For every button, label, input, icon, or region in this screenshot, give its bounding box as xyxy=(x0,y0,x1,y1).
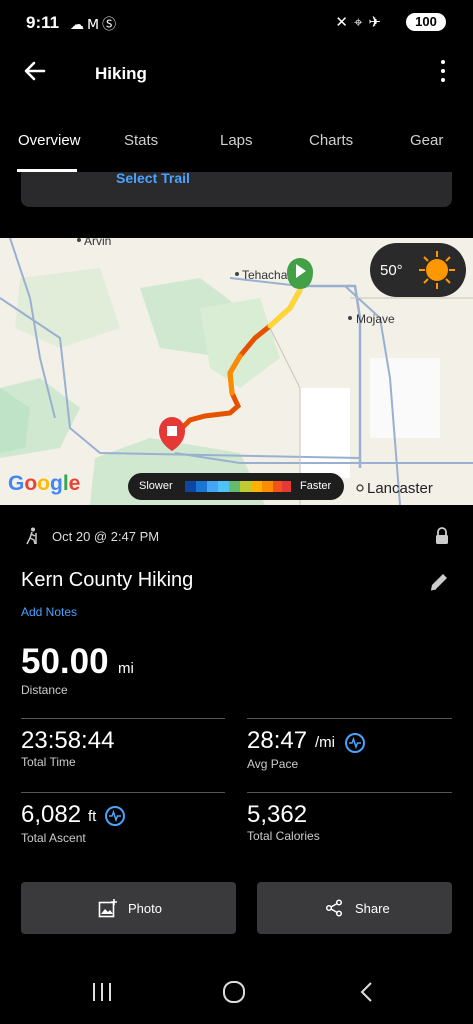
avg-pace-unit: /mi xyxy=(315,734,335,751)
tab-bar: Overview Stats Laps Charts Gear xyxy=(0,118,473,172)
more-options-icon[interactable] xyxy=(438,60,448,87)
total-ascent-unit: ft xyxy=(88,808,97,825)
distance-label: Distance xyxy=(21,683,68,697)
map-label-lancaster: Lancaster xyxy=(367,480,433,497)
map-label-mojave: Mojave xyxy=(356,312,395,326)
hiking-icon xyxy=(24,527,40,550)
share-button[interactable]: Share xyxy=(257,882,452,934)
distance-unit: mi xyxy=(118,660,134,677)
home-icon[interactable] xyxy=(222,980,246,1009)
avg-pace-label: Avg Pace xyxy=(247,757,299,771)
map-label-tehachapi: Tehacha xyxy=(242,268,288,282)
pace-chart-icon[interactable] xyxy=(345,733,365,753)
ascent-chart-icon[interactable] xyxy=(105,806,125,826)
total-time-value: 23:58:44 xyxy=(21,727,115,754)
sun-icon xyxy=(416,250,458,295)
tab-overview[interactable]: Overview xyxy=(18,132,81,149)
app-bar: Hiking xyxy=(0,46,473,102)
photo-button-label: Photo xyxy=(128,901,162,916)
recent-apps-icon[interactable] xyxy=(91,981,113,1008)
add-notes-link[interactable]: Add Notes xyxy=(21,605,77,619)
divider xyxy=(247,718,452,719)
notification-icons: ☁ⅯⓈ xyxy=(70,16,120,32)
system-status-icons: ✕⌖✈ xyxy=(335,14,387,31)
trail-card: Select Trail xyxy=(21,170,452,207)
battery-indicator: 100 xyxy=(406,13,446,31)
total-calories-label: Total Calories xyxy=(247,829,320,843)
status-bar: 9:11 ☁ⅯⓈ ✕⌖✈ 100 xyxy=(0,0,473,46)
divider xyxy=(247,792,452,793)
back-nav-icon[interactable] xyxy=(357,981,375,1008)
tab-stats[interactable]: Stats xyxy=(124,132,158,149)
activity-meta: Oct 20 @ 2:47 PM xyxy=(0,527,473,547)
tab-laps[interactable]: Laps xyxy=(220,132,253,149)
distance-value: 50.00 xyxy=(21,642,109,681)
speed-gradient xyxy=(185,481,291,492)
photo-button[interactable]: Photo xyxy=(21,882,236,934)
status-time: 9:11 xyxy=(26,13,60,32)
system-navigation-bar xyxy=(0,962,473,1024)
avg-pace-value: 28:47 xyxy=(247,727,308,754)
activity-date: Oct 20 @ 2:47 PM xyxy=(52,529,160,544)
speed-legend: Slower Faster xyxy=(128,473,344,500)
page-title: Hiking xyxy=(95,64,147,83)
map-label-arvin: Arvin xyxy=(84,238,112,248)
lock-icon[interactable] xyxy=(434,527,450,550)
total-time-label: Total Time xyxy=(21,755,76,769)
legend-faster-label: Faster xyxy=(300,480,332,492)
add-photo-icon xyxy=(98,898,118,923)
tab-charts[interactable]: Charts xyxy=(309,132,353,149)
share-icon xyxy=(325,899,343,922)
weather-badge: 50° xyxy=(370,243,466,297)
total-ascent-label: Total Ascent xyxy=(21,831,86,845)
edit-pencil-icon[interactable] xyxy=(428,571,450,598)
back-arrow-icon[interactable] xyxy=(22,58,48,89)
legend-slower-label: Slower xyxy=(139,480,173,492)
weather-temperature: 50° xyxy=(380,262,403,279)
total-ascent-value: 6,082 xyxy=(21,801,82,828)
share-button-label: Share xyxy=(355,901,390,916)
total-calories-value: 5,362 xyxy=(247,801,308,828)
tab-gear[interactable]: Gear xyxy=(410,132,443,149)
google-logo: Google xyxy=(8,472,81,495)
select-trail-link[interactable]: Select Trail xyxy=(116,170,190,186)
activity-title: Kern County Hiking xyxy=(21,569,194,591)
divider xyxy=(21,718,225,719)
divider xyxy=(21,792,225,793)
